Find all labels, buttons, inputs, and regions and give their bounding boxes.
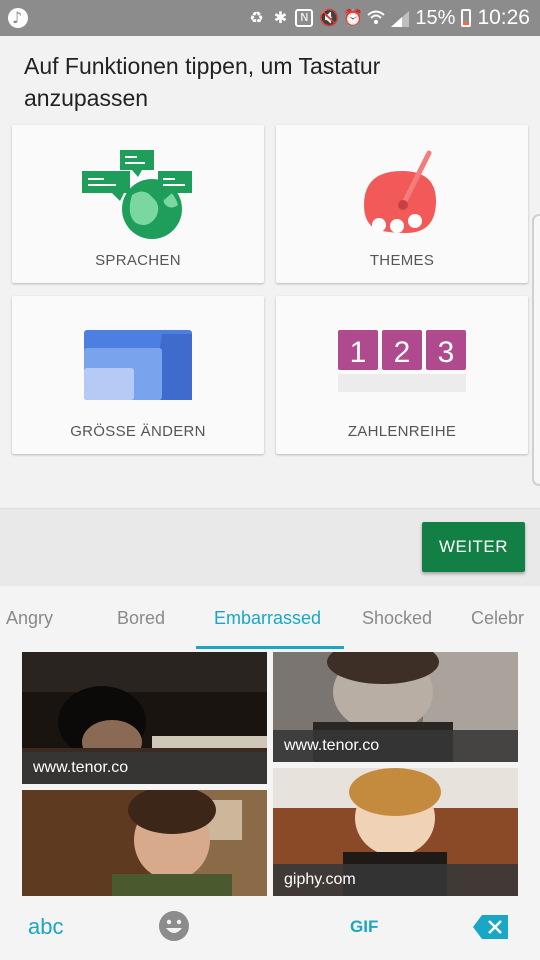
wifi-icon <box>367 9 386 27</box>
gif-source-label: www.tenor.co <box>22 752 267 784</box>
scroll-hint <box>532 214 540 486</box>
tile-themes-label: THEMES <box>369 252 435 269</box>
keyboard-bottom-bar: abc GIF <box>0 896 540 960</box>
gif-result[interactable]: www.tenor.co <box>22 652 267 784</box>
backspace-icon[interactable] <box>472 914 510 940</box>
tile-languages-label: SPRACHEN <box>95 252 181 269</box>
digit-2: 2 <box>394 336 411 369</box>
next-button[interactable]: WEITER <box>422 522 525 572</box>
tile-languages[interactable]: SPRACHEN <box>12 125 264 283</box>
signal-icon <box>391 10 410 27</box>
tile-number-row[interactable]: 1 2 3 ZAHLENREIHE <box>276 296 528 454</box>
bluetooth-icon: ✱ <box>273 8 288 27</box>
active-tab-indicator <box>196 646 344 649</box>
gif-source-label: www.tenor.co <box>273 730 518 762</box>
tile-resize-label: GRÖSSE ÄNDERN <box>70 423 206 440</box>
status-icons: ♻ ✱ N 🔇 ⏰ 15% 10:26 <box>247 0 530 36</box>
page-title: Auf Funktionen tippen, um Tastatur anzup… <box>24 53 381 111</box>
alarm-icon: ⏰ <box>343 8 364 27</box>
gif-result[interactable]: giphy.com <box>273 768 518 896</box>
tab-celebrate[interactable]: Celebr <box>471 608 524 629</box>
clock: 10:26 <box>477 6 530 29</box>
globe-chat-icon <box>82 150 192 239</box>
tile-resize[interactable]: GRÖSSE ÄNDERN <box>12 296 264 454</box>
gif-keyboard: Angry Bored Embarrassed Shocked Celebr w… <box>0 586 540 960</box>
gif-button[interactable]: GIF <box>350 917 378 937</box>
palette-icon <box>364 150 436 233</box>
status-bar: ♻ ✱ N 🔇 ⏰ 15% 10:26 <box>0 0 540 36</box>
action-bar: WEITER <box>0 508 540 586</box>
battery-saver-icon: ♻ <box>249 8 264 27</box>
mute-icon: 🔇 <box>319 8 340 27</box>
gif-result[interactable]: www.tenor.co <box>273 652 518 762</box>
battery-icon <box>461 9 472 27</box>
gif-source-label: giphy.com <box>273 864 518 896</box>
category-tabs: Angry Bored Embarrassed Shocked Celebr <box>0 586 540 650</box>
gif-grid: www.tenor.co www.tenor.co giphy.com <box>18 652 522 896</box>
digit-1: 1 <box>350 336 367 369</box>
tile-themes[interactable]: THEMES <box>276 125 528 283</box>
resize-icon <box>84 330 192 400</box>
tab-bored[interactable]: Bored <box>117 608 165 629</box>
nfc-icon: N <box>295 9 314 27</box>
digit-3: 3 <box>438 336 455 369</box>
gif-result[interactable] <box>22 790 267 896</box>
abc-button[interactable]: abc <box>28 914 63 940</box>
tab-angry[interactable]: Angry <box>6 608 53 629</box>
customize-panel: Auf Funktionen tippen, um Tastatur anzup… <box>0 36 540 508</box>
tab-embarrassed[interactable]: Embarrassed <box>214 608 321 629</box>
tab-shocked[interactable]: Shocked <box>362 608 432 629</box>
tile-number-row-label: ZAHLENREIHE <box>347 423 457 440</box>
number-row-icon: 1 2 3 <box>338 330 466 392</box>
smiley-icon[interactable] <box>158 910 190 942</box>
music-icon <box>8 8 28 28</box>
battery-percent: 15% <box>415 6 456 29</box>
